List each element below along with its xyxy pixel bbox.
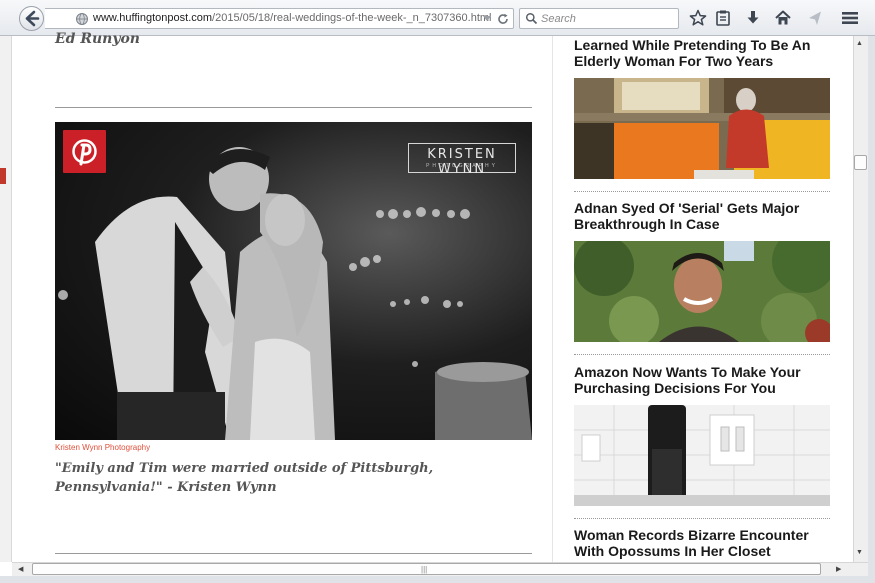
vertical-scroll-thumb[interactable] (854, 155, 867, 170)
scroll-down-arrow-icon[interactable]: ▼ (856, 549, 863, 556)
vertical-scrollbar[interactable] (853, 36, 868, 562)
sidebar-divider (574, 354, 830, 355)
column-separator (552, 36, 553, 562)
divider (55, 107, 532, 108)
url-domain: www.huffingtonpost.com (93, 12, 213, 24)
sidebar-story-title[interactable]: Learned While Pretending To Be An Elderl… (574, 37, 834, 69)
scroll-left-arrow-icon[interactable]: ◀ (18, 565, 23, 573)
scroll-grip-icon: ||| (421, 565, 428, 574)
scroll-right-arrow-icon[interactable]: ▶ (836, 565, 841, 573)
home-icon[interactable] (773, 8, 793, 28)
url-text[interactable]: www.huffingtonpost.com/2015/05/18/real-w… (93, 12, 492, 24)
watermark-subtitle: PHOTOGRAPHY (426, 163, 498, 169)
clipboard-icon[interactable] (713, 8, 733, 28)
window-frame (0, 576, 875, 583)
reload-icon[interactable] (496, 12, 510, 26)
back-button[interactable] (19, 6, 44, 31)
sidebar-story-title[interactable]: Amazon Now Wants To Make Your Purchasing… (574, 364, 834, 396)
share-icon[interactable] (805, 8, 825, 28)
photographer-watermark: KRISTEN WYNN PHOTOGRAPHY (408, 143, 516, 177)
side-frame (0, 36, 12, 562)
pinterest-share-button[interactable] (63, 130, 106, 173)
url-path: /2015/05/18/real-weddings-of-the-week-_n… (212, 12, 492, 24)
window-frame (868, 36, 875, 583)
url-bar[interactable]: www.huffingtonpost.com/2015/05/18/real-w… (45, 8, 514, 29)
sidebar-story-image[interactable] (574, 405, 830, 506)
back-arrow-icon (25, 10, 40, 27)
sidebar-story-image[interactable] (574, 78, 830, 179)
author-name: Ed Runyon (55, 31, 140, 47)
photo-credit: Kristen Wynn Photography (55, 443, 151, 452)
hamburger-menu-icon[interactable] (840, 8, 860, 28)
sidebar-story-image[interactable] (574, 241, 830, 342)
url-dropdown-icon[interactable] (481, 13, 493, 25)
scroll-up-arrow-icon[interactable]: ▲ (856, 40, 863, 47)
search-placeholder: Search (541, 13, 576, 25)
sidebar-story-title[interactable]: Woman Records Bizarre Encounter With Opo… (574, 527, 834, 559)
photo-caption: "Emily and Tim were married outside of P… (55, 461, 434, 495)
download-icon[interactable] (743, 8, 763, 28)
star-icon[interactable] (688, 8, 708, 28)
sidebar-story-title[interactable]: Adnan Syed Of 'Serial' Gets Major Breakt… (574, 200, 834, 232)
sidebar-divider (574, 191, 830, 192)
watermark-name: KRISTEN WYNN (427, 147, 497, 177)
sidebar-divider (574, 518, 830, 519)
search-bar[interactable]: Search (519, 8, 679, 29)
search-icon (525, 12, 538, 25)
divider (55, 553, 532, 554)
pinterest-icon (72, 139, 97, 166)
globe-icon[interactable] (75, 12, 89, 26)
